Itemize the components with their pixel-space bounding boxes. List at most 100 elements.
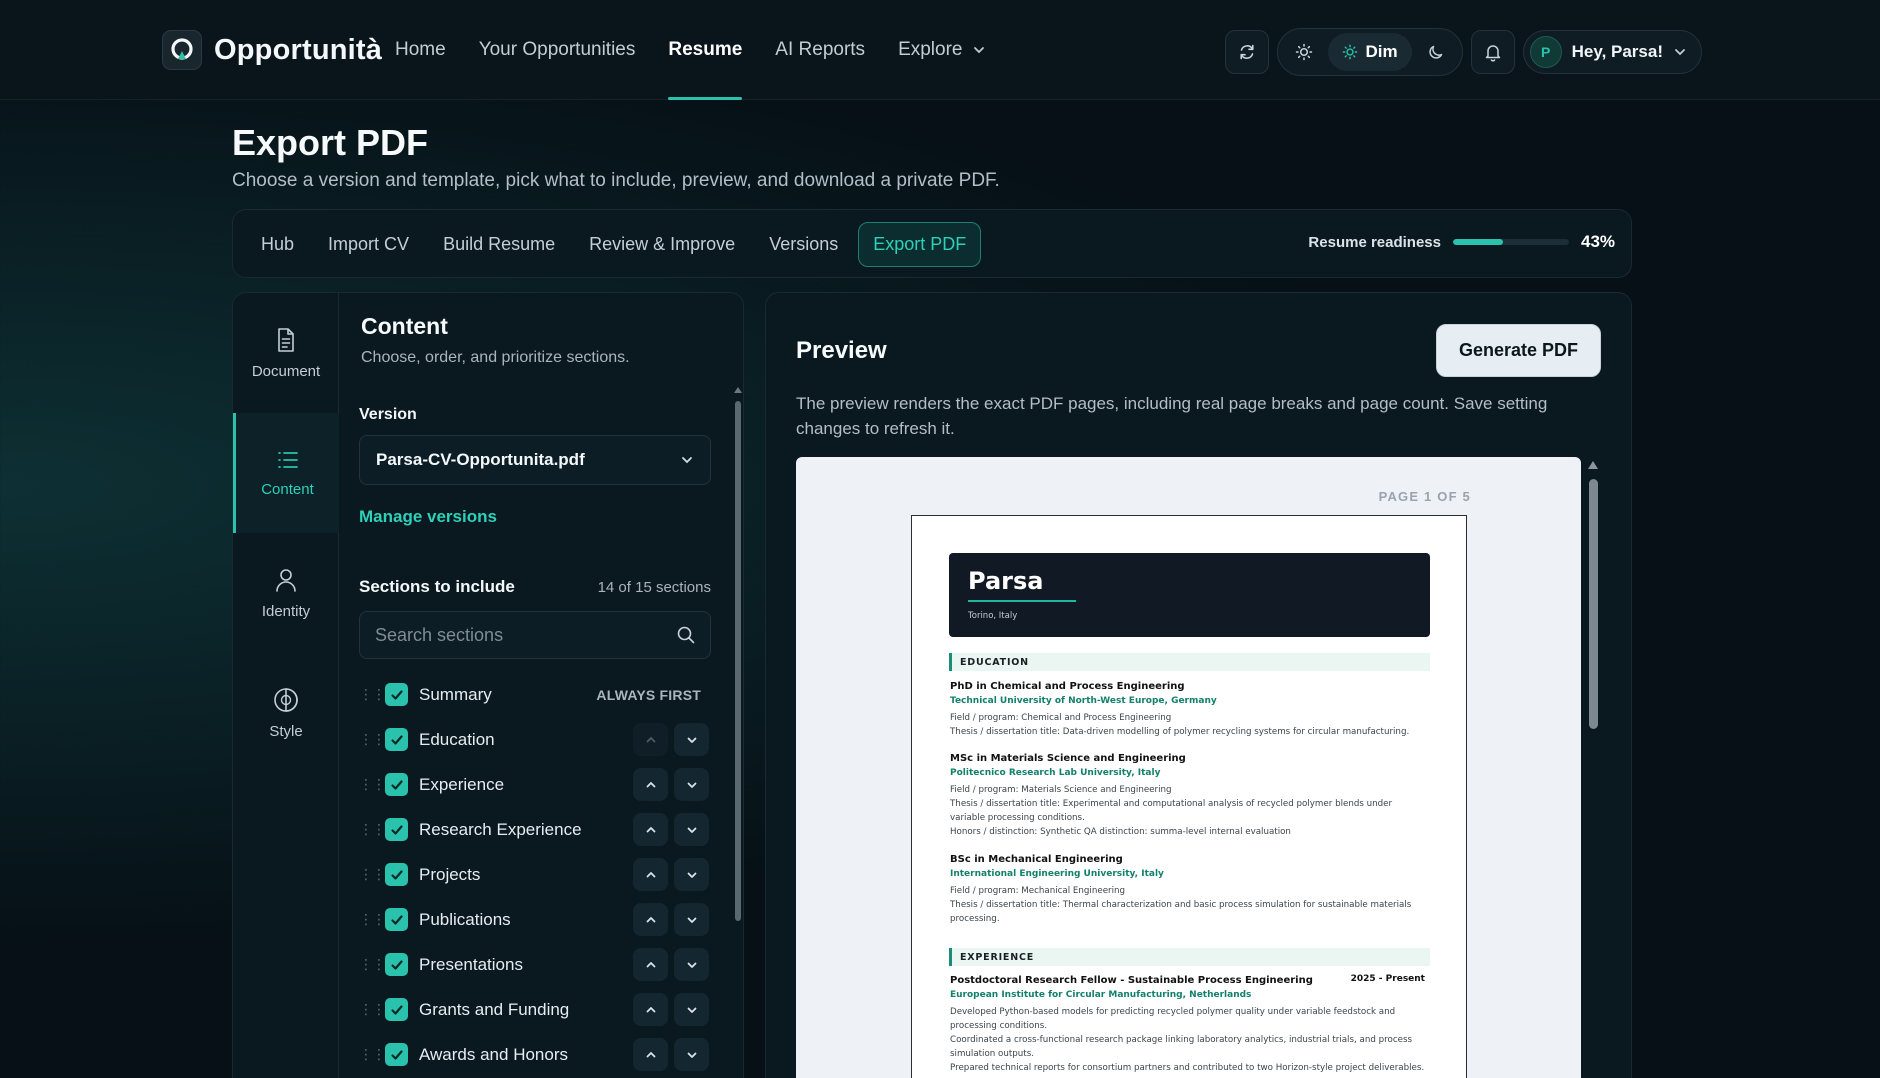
rail-item-document[interactable]: Document <box>233 293 339 413</box>
page-counter: PAGE 1 OF 5 <box>1378 489 1471 504</box>
readiness-progress-fill <box>1453 239 1503 245</box>
preview-description: The preview renders the exact PDF pages,… <box>796 394 1548 438</box>
nav-link-home[interactable]: Home <box>395 0 446 100</box>
section-row[interactable]: ⋮⋮ Awards and Honors <box>359 1032 711 1077</box>
section-reorder-controls <box>633 948 709 981</box>
nav-link-your-opportunities[interactable]: Your Opportunities <box>479 0 636 100</box>
tab-versions[interactable]: Versions <box>755 222 852 267</box>
move-up-button[interactable] <box>633 948 668 981</box>
section-checkbox[interactable] <box>385 998 408 1021</box>
drag-handle-icon[interactable]: ⋮⋮ <box>359 956 386 973</box>
move-up-button <box>633 723 668 756</box>
drag-handle-icon[interactable]: ⋮⋮ <box>359 1046 386 1063</box>
preview-title: Preview <box>796 337 887 364</box>
rail-item-style[interactable]: Style <box>233 653 339 773</box>
main-nav: Home Your Opportunities Resume AI Report… <box>395 0 986 100</box>
cv-name: Parsa <box>968 567 1044 595</box>
rail-item-identity[interactable]: Identity <box>233 533 339 653</box>
drag-handle-icon[interactable]: ⋮⋮ <box>359 776 386 793</box>
cv-section-education-label: EDUCATION <box>960 657 1029 668</box>
cv-entry-line: Thesis / dissertation title: Experimenta… <box>950 799 1393 823</box>
search-icon <box>677 626 695 644</box>
rail-item-content[interactable]: Content <box>233 413 339 533</box>
tab-review-improve[interactable]: Review & Improve <box>575 222 749 267</box>
readiness-percent: 43% <box>1581 232 1616 251</box>
tab-hub[interactable]: Hub <box>247 222 308 267</box>
theme-light-button[interactable] <box>1284 33 1324 71</box>
move-down-button[interactable] <box>674 993 709 1026</box>
tab-build-resume[interactable]: Build Resume <box>429 222 569 267</box>
user-menu[interactable]: P Hey, Parsa! <box>1522 30 1702 74</box>
section-checkbox[interactable] <box>385 863 408 886</box>
nav-link-resume[interactable]: Resume <box>668 0 742 100</box>
move-up-button[interactable] <box>633 1038 668 1071</box>
section-row[interactable]: ⋮⋮ Education <box>359 717 711 762</box>
move-up-button[interactable] <box>633 903 668 936</box>
section-row[interactable]: ⋮⋮ Publications <box>359 897 711 942</box>
section-checkbox[interactable] <box>385 728 408 751</box>
theme-dark-button[interactable] <box>1416 33 1456 71</box>
drag-handle-icon[interactable]: ⋮⋮ <box>359 911 386 928</box>
section-row[interactable]: ⋮⋮ Experience <box>359 762 711 807</box>
chevron-down-icon <box>974 47 985 54</box>
move-down-button[interactable] <box>674 813 709 846</box>
section-label: Experience <box>419 774 505 794</box>
section-row[interactable]: ⋮⋮ Summary ALWAYS FIRST <box>359 672 711 717</box>
cv-entry-line: Field / program: Mechanical Engineering <box>950 886 1126 896</box>
section-checkbox[interactable] <box>385 683 408 706</box>
cv-entry-institution: International Engineering University, It… <box>950 869 1164 879</box>
content-scroll-thumb[interactable] <box>735 401 741 921</box>
section-row[interactable]: ⋮⋮ Projects <box>359 852 711 897</box>
section-row[interactable]: ⋮⋮ Presentations <box>359 942 711 987</box>
nav-link-explore[interactable]: Explore <box>898 0 986 100</box>
preview-scroll-up-icon[interactable] <box>1588 461 1598 469</box>
section-checkbox[interactable] <box>385 818 408 841</box>
section-checkbox[interactable] <box>385 773 408 796</box>
move-down-button[interactable] <box>674 768 709 801</box>
move-up-button[interactable] <box>633 768 668 801</box>
move-down-button[interactable] <box>674 723 709 756</box>
section-reorder-controls <box>633 858 709 891</box>
section-label: Projects <box>419 864 481 884</box>
manage-versions-link[interactable]: Manage versions <box>359 507 497 527</box>
scroll-up-arrow-icon[interactable] <box>734 387 742 393</box>
section-row[interactable]: ⋮⋮ Research Experience <box>359 807 711 852</box>
cv-header: Parsa Torino, Italy <box>949 553 1430 637</box>
move-up-button[interactable] <box>633 858 668 891</box>
move-down-button[interactable] <box>674 903 709 936</box>
preview-scrollbar[interactable] <box>1585 457 1601 1078</box>
cv-entry-institution: European Institute for Circular Manufact… <box>950 990 1252 1000</box>
preview-scroll-thumb[interactable] <box>1589 479 1598 729</box>
drag-handle-icon[interactable]: ⋮⋮ <box>359 821 386 838</box>
section-checkbox[interactable] <box>385 908 408 931</box>
drag-handle-icon[interactable]: ⋮⋮ <box>359 1001 386 1018</box>
settings-panel: Document Content Identity Style Content … <box>232 292 744 1078</box>
move-up-button[interactable] <box>633 993 668 1026</box>
section-checkbox[interactable] <box>385 1043 408 1066</box>
rail-label-identity: Identity <box>261 602 311 620</box>
content-scrollbar[interactable] <box>733 387 743 1078</box>
move-down-button[interactable] <box>674 948 709 981</box>
nav-link-ai-reports[interactable]: AI Reports <box>775 0 865 100</box>
cv-entry-line: Prepared technical reports for consortiu… <box>950 1063 1425 1073</box>
section-row[interactable]: ⋮⋮ Grants and Funding <box>359 987 711 1032</box>
version-select[interactable]: Parsa-CV-Opportunita.pdf <box>359 435 711 485</box>
generate-pdf-button[interactable]: Generate PDF <box>1436 324 1601 377</box>
move-down-button[interactable] <box>674 858 709 891</box>
brand-logo-icon <box>162 30 202 70</box>
notifications-button[interactable] <box>1470 30 1515 74</box>
brand[interactable]: Opportunità <box>162 30 382 70</box>
tab-export-pdf[interactable]: Export PDF <box>858 222 982 267</box>
move-up-button[interactable] <box>633 813 668 846</box>
drag-handle-icon[interactable]: ⋮⋮ <box>359 686 386 703</box>
drag-handle-icon[interactable]: ⋮⋮ <box>359 866 386 883</box>
theme-dim-button[interactable]: Dim <box>1327 33 1412 71</box>
section-search-input[interactable] <box>375 624 655 646</box>
section-reorder-controls <box>633 993 709 1026</box>
refresh-button[interactable] <box>1224 30 1269 74</box>
tab-import-cv[interactable]: Import CV <box>314 222 423 267</box>
move-down-button[interactable] <box>674 1038 709 1071</box>
drag-handle-icon[interactable]: ⋮⋮ <box>359 731 386 748</box>
section-checkbox[interactable] <box>385 953 408 976</box>
cv-entry-title: BSc in Mechanical Engineering <box>950 854 1123 865</box>
